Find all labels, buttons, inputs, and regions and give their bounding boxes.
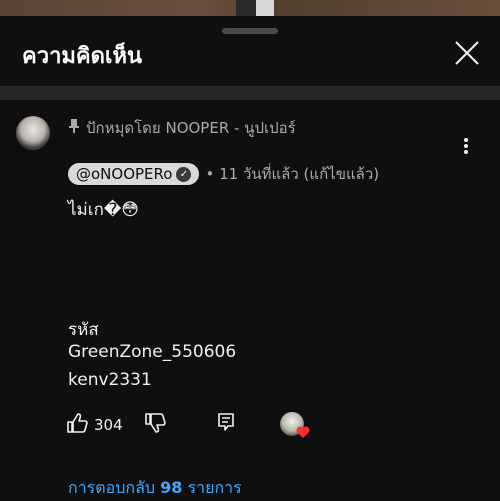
avatar[interactable] (16, 116, 50, 150)
verified-check-icon: ✓ (176, 166, 192, 182)
like-button[interactable]: 304 (66, 412, 123, 438)
comment-code-label: รหัส (68, 320, 99, 340)
thumb-up-icon (66, 412, 88, 438)
comment-code-2: kenv2331 (68, 370, 152, 390)
more-vert-icon[interactable] (456, 136, 476, 156)
comment-text-line: ไม่เก�😳 (68, 200, 140, 220)
pinned-label: ปักหมุดโดย NOOPER - นูปเปอร์ (68, 116, 296, 140)
comment-header: @oNOOPERo ✓ • 11 วันที่แล้ว (แก้ไขแล้ว) (68, 162, 379, 186)
drag-handle[interactable] (222, 28, 278, 34)
reply-comment-icon (216, 412, 236, 436)
replies-suffix: รายการ (187, 478, 242, 497)
heart-icon (296, 424, 310, 438)
author-chip[interactable]: @oNOOPERo ✓ (68, 163, 200, 185)
view-replies-link[interactable]: การตอบกลับ 98 รายการ (68, 476, 242, 501)
comment-actions: 304 (66, 412, 326, 440)
panel-title: ความคิดเห็น (22, 44, 142, 69)
replies-count: 98 (160, 478, 183, 497)
dislike-button[interactable] (144, 412, 166, 438)
reply-button[interactable] (216, 412, 236, 436)
author-name: @oNOOPERo (76, 165, 173, 183)
section-divider (0, 86, 500, 100)
comment-code-1: GreenZone_550606 (68, 342, 237, 362)
like-count: 304 (94, 416, 123, 434)
replies-prefix: การตอบกลับ (68, 478, 156, 497)
close-icon[interactable] (452, 38, 482, 68)
video-frame-light (256, 0, 274, 16)
pinned-text: ปักหมุดโดย NOOPER - นูปเปอร์ (86, 119, 296, 137)
comment-meta: • 11 วันที่แล้ว (แก้ไขแล้ว) (205, 165, 380, 183)
pin-icon (68, 118, 80, 138)
thumb-down-icon (144, 412, 166, 438)
background-video-strip (0, 0, 500, 16)
